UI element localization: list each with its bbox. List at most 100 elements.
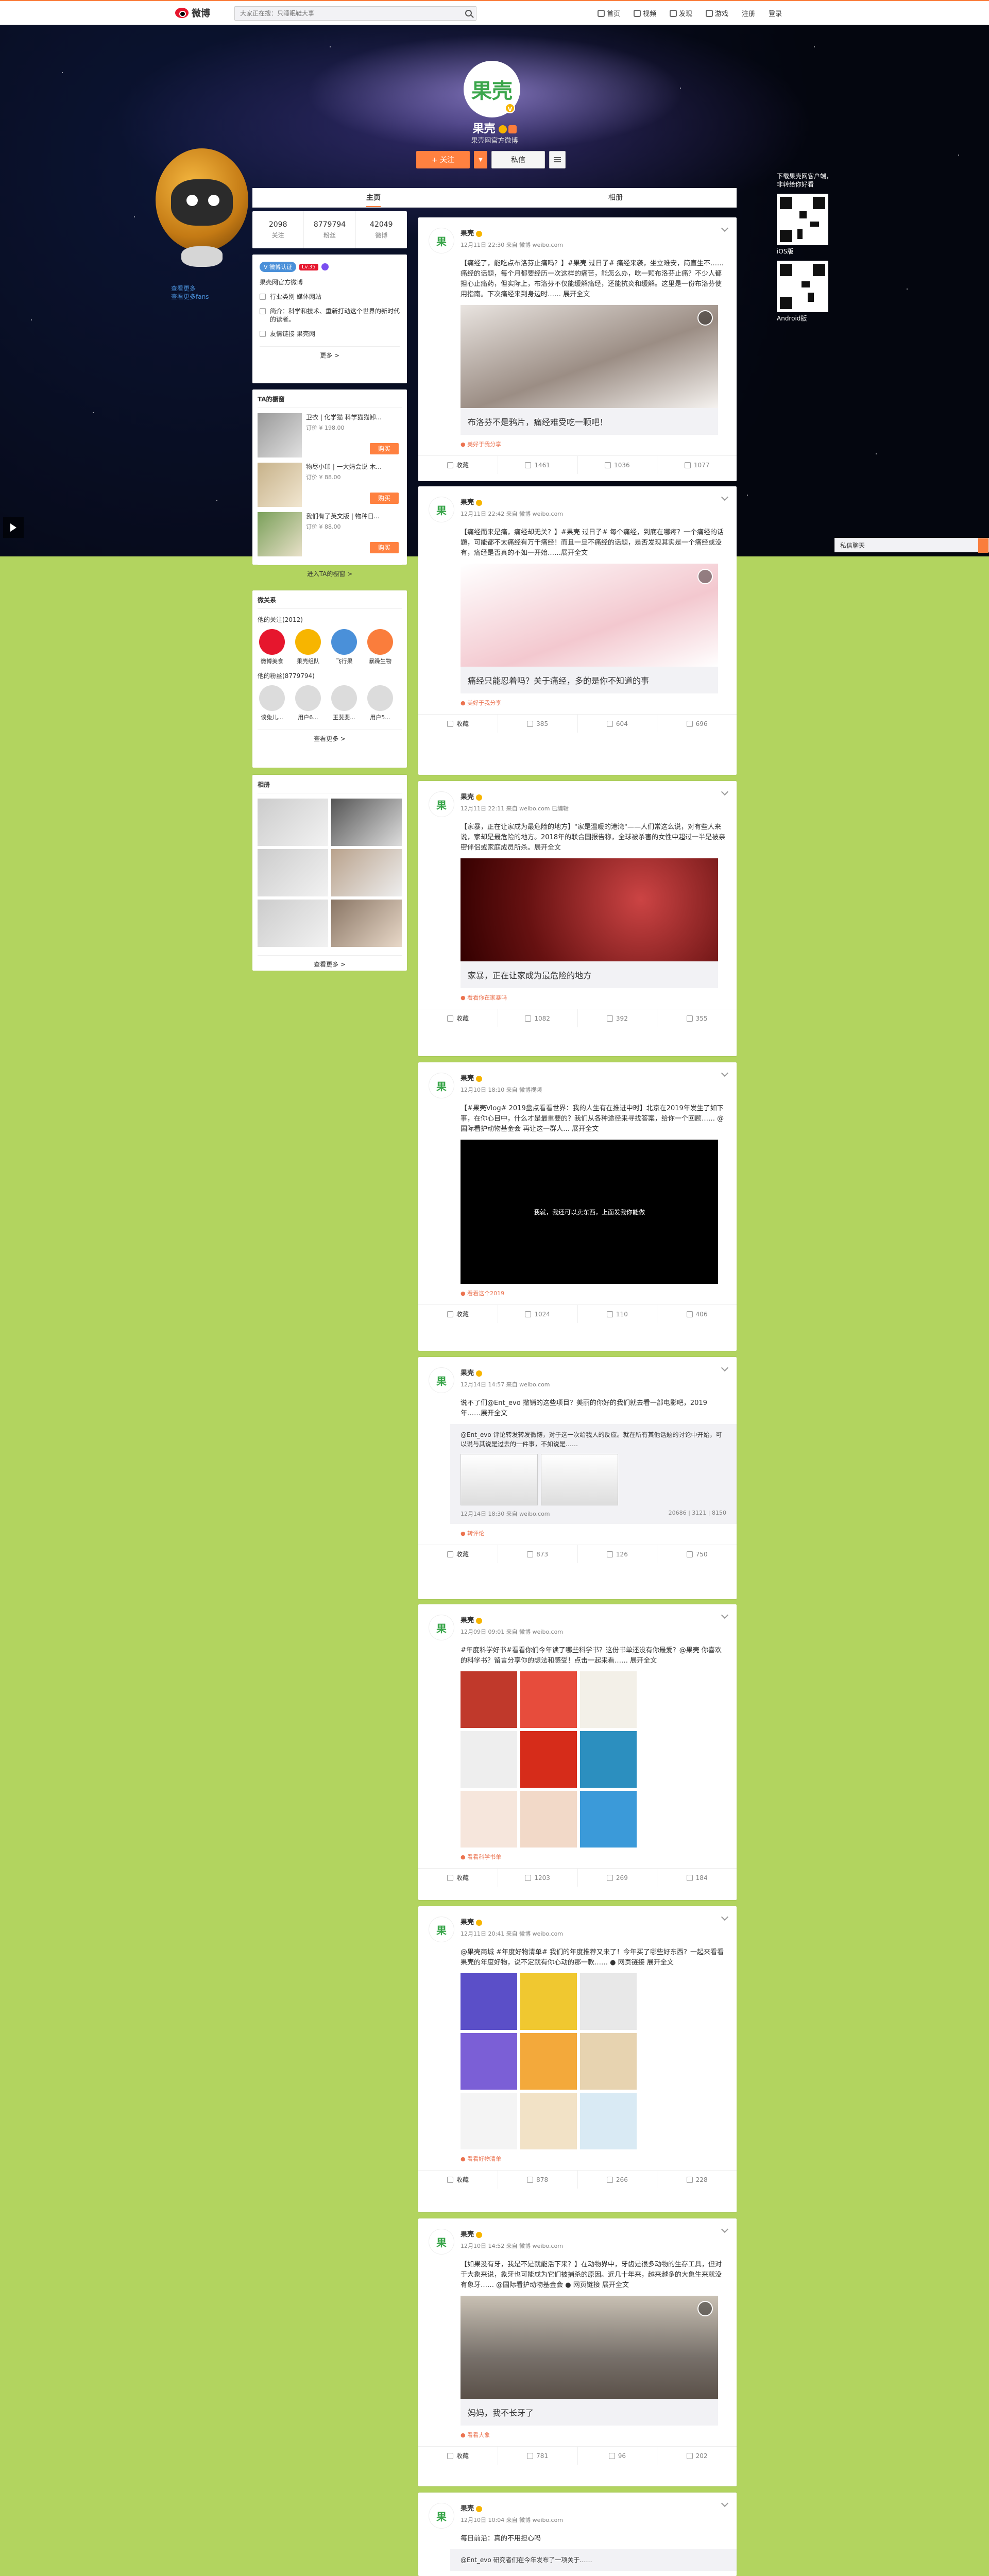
article-card[interactable]: 妈妈，我不长牙了 bbox=[461, 2399, 718, 2426]
grid-image[interactable] bbox=[520, 1731, 577, 1788]
grid-image[interactable] bbox=[580, 1791, 637, 1848]
grid-image[interactable] bbox=[461, 1973, 517, 2030]
following-count[interactable]: 2098 关注 bbox=[252, 211, 304, 248]
post-avatar[interactable]: 果 bbox=[429, 791, 454, 817]
post-meta[interactable]: 12月09日 09:01 来自 微博 weibo.com bbox=[461, 1628, 563, 1636]
product-image[interactable] bbox=[258, 413, 302, 457]
grid-image[interactable] bbox=[520, 1973, 577, 2030]
grid-image[interactable] bbox=[580, 1973, 637, 2030]
post-author[interactable]: 果壳 bbox=[461, 1073, 542, 1082]
grid-image[interactable] bbox=[580, 2093, 637, 2149]
relations-more-link[interactable]: 查看更多 > bbox=[258, 730, 402, 743]
fan-user[interactable]: 用户6... bbox=[294, 685, 322, 721]
verified-label[interactable]: V 微博认证 bbox=[260, 262, 297, 272]
shop-item[interactable]: 卫衣 | 化学猫 科学猫猫卸... 订价 ¥ 198.00 购买 bbox=[258, 413, 402, 457]
post-avatar[interactable]: 果 bbox=[429, 1367, 454, 1393]
shop-item[interactable]: 我们有了英文版 | 物种日... 订价 ¥ 88.00 购买 bbox=[258, 512, 402, 556]
favorite-button[interactable]: 收藏 bbox=[418, 2171, 498, 2189]
like-button[interactable]: 355 bbox=[657, 1009, 737, 1027]
post-meta[interactable]: 12月11日 22:11 来自 weibo.com 已编辑 bbox=[461, 804, 569, 812]
article-card[interactable]: 痛经只能忍着吗？关于痛经，多的是你不知道的事 bbox=[461, 667, 718, 693]
post-image[interactable] bbox=[461, 305, 718, 408]
grid-image[interactable] bbox=[461, 1731, 517, 1788]
post-source[interactable]: ● 看看你在家暴吗 bbox=[461, 993, 726, 1002]
grid-image[interactable] bbox=[580, 1731, 637, 1788]
post-image[interactable] bbox=[461, 2296, 718, 2399]
post-author[interactable]: 果壳 bbox=[461, 2229, 563, 2239]
search-input[interactable] bbox=[235, 7, 451, 20]
buy-button[interactable]: 购买 bbox=[370, 493, 399, 504]
post-source[interactable]: ● 美好于我分享 bbox=[461, 699, 726, 707]
repost-button[interactable]: 1461 bbox=[498, 456, 578, 474]
level-badge[interactable]: Lv.35 bbox=[299, 263, 318, 270]
album-more-link[interactable]: 查看更多 > bbox=[258, 955, 402, 969]
repost-button[interactable]: 781 bbox=[498, 2447, 578, 2465]
post-author[interactable]: 果壳 bbox=[461, 497, 563, 506]
following-user[interactable]: 飞行果 bbox=[330, 629, 359, 665]
post-avatar[interactable]: 果 bbox=[429, 1073, 454, 1098]
nav-game[interactable]: 游戏 bbox=[706, 8, 728, 18]
favorite-button[interactable]: 收藏 bbox=[418, 2447, 498, 2465]
comment-button[interactable]: 126 bbox=[578, 1545, 658, 1563]
post-author[interactable]: 果壳 bbox=[461, 791, 569, 801]
follow-button[interactable]: + 关注 bbox=[416, 151, 470, 168]
comment-button[interactable]: 1036 bbox=[578, 456, 658, 474]
post-source[interactable]: ● 转评论 bbox=[461, 1529, 726, 1537]
album-photo[interactable] bbox=[258, 799, 328, 846]
tab-album[interactable]: 相册 bbox=[494, 188, 737, 207]
comment-button[interactable]: 96 bbox=[578, 2447, 658, 2465]
buy-button[interactable]: 购买 bbox=[370, 542, 399, 553]
product-image[interactable] bbox=[258, 463, 302, 507]
grid-image[interactable] bbox=[461, 2093, 517, 2149]
post-meta[interactable]: 12月14日 14:57 来自 weibo.com bbox=[461, 1380, 550, 1388]
like-button[interactable]: 202 bbox=[657, 2447, 737, 2465]
post-meta[interactable]: 12月11日 22:42 来自 微博 weibo.com bbox=[461, 510, 563, 518]
play-icon[interactable] bbox=[697, 310, 713, 326]
post-author[interactable]: 果壳 bbox=[461, 2503, 563, 2513]
favorite-button[interactable]: 收藏 bbox=[418, 1305, 498, 1323]
post-author[interactable]: 果壳 bbox=[461, 1367, 550, 1377]
album-photo[interactable] bbox=[258, 900, 328, 947]
comment-button[interactable]: 269 bbox=[578, 1869, 658, 1887]
post-author[interactable]: 果壳 bbox=[461, 228, 563, 238]
nav-discover[interactable]: 发现 bbox=[670, 8, 692, 18]
post-avatar[interactable]: 果 bbox=[429, 2229, 454, 2255]
info-more-link[interactable]: 更多 > bbox=[260, 346, 400, 360]
album-photo[interactable] bbox=[258, 849, 328, 896]
shop-more-link[interactable]: 进入TA的橱窗 > bbox=[258, 565, 402, 578]
more-menu-button[interactable] bbox=[549, 151, 566, 168]
following-user[interactable]: 微博美食 bbox=[258, 629, 286, 665]
message-button[interactable]: 私信 bbox=[491, 151, 545, 168]
weibo-logo[interactable]: 微博 bbox=[175, 6, 210, 20]
login-link[interactable]: 登录 bbox=[769, 8, 782, 18]
grid-image[interactable] bbox=[461, 2033, 517, 2090]
post-meta[interactable]: 12月10日 14:52 来自 微博 weibo.com bbox=[461, 2242, 563, 2250]
post-meta[interactable]: 12月11日 22:30 来自 微博 weibo.com bbox=[461, 241, 563, 249]
article-card[interactable]: 布洛芬不是鸦片，痛经难受吃一颗吧！ bbox=[461, 408, 718, 435]
post-source[interactable]: ● 看看好物清单 bbox=[461, 2155, 726, 2163]
repost-image[interactable] bbox=[461, 1454, 538, 1505]
post-video[interactable]: 我就，我还可以卖东西，上面发我你能做 bbox=[461, 1140, 718, 1284]
fan-user[interactable]: 谈兔儿... bbox=[258, 685, 286, 721]
like-button[interactable]: 228 bbox=[657, 2171, 737, 2189]
grid-image[interactable] bbox=[580, 1671, 637, 1728]
repost-image[interactable] bbox=[541, 1454, 618, 1505]
follow-dropdown-button[interactable]: ▼ bbox=[474, 151, 487, 168]
play-icon[interactable] bbox=[697, 569, 713, 584]
post-image[interactable] bbox=[461, 858, 718, 961]
following-user[interactable]: 果壳组队 bbox=[294, 629, 322, 665]
chat-bar[interactable]: 私信聊天 bbox=[834, 538, 989, 553]
grid-image[interactable] bbox=[520, 2033, 577, 2090]
post-author[interactable]: 果壳 bbox=[461, 1917, 563, 1926]
posts-count[interactable]: 42049 微博 bbox=[356, 211, 407, 248]
fan-user[interactable]: 王斐斐... bbox=[330, 685, 359, 721]
comment-button[interactable]: 604 bbox=[578, 715, 658, 733]
shop-item[interactable]: 物尽小印 | 一大妈会说 木... 订价 ¥ 88.00 购买 bbox=[258, 463, 402, 507]
post-avatar[interactable]: 果 bbox=[429, 228, 454, 253]
repost-button[interactable]: 878 bbox=[498, 2171, 578, 2189]
fan-user[interactable]: 用户5... bbox=[366, 685, 395, 721]
album-photo[interactable] bbox=[331, 849, 402, 896]
comment-button[interactable]: 110 bbox=[578, 1305, 658, 1323]
repost-button[interactable]: 1203 bbox=[498, 1869, 578, 1887]
repost-button[interactable]: 385 bbox=[498, 715, 578, 733]
